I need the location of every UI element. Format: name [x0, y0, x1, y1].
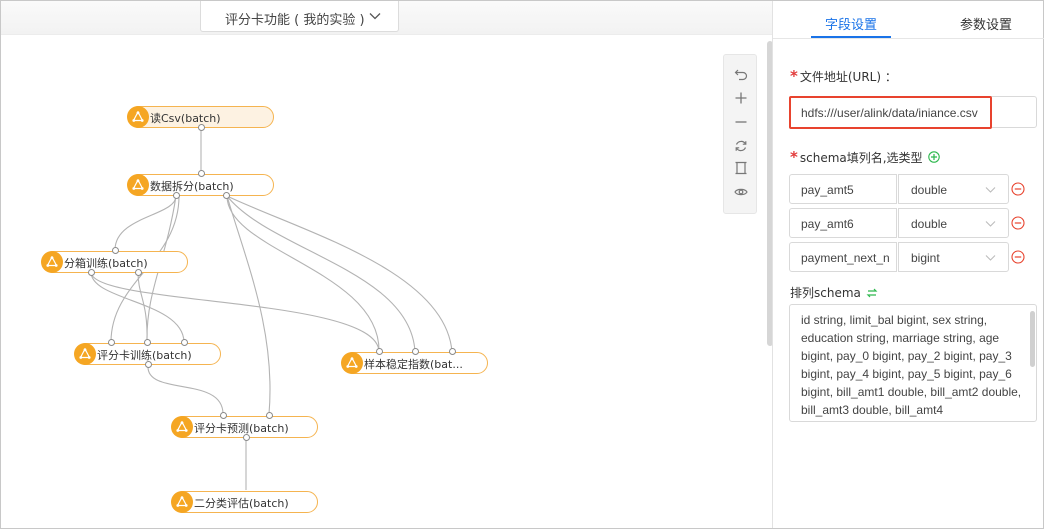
component-icon	[341, 352, 363, 374]
sorted-schema-label-text: 排列schema	[790, 286, 861, 300]
output-port[interactable]	[88, 269, 95, 276]
textarea-scrollbar[interactable]	[1030, 311, 1035, 367]
input-port[interactable]	[144, 339, 151, 346]
component-icon	[171, 416, 193, 438]
settings-panel: 字段设置 参数设置 * 文件地址(URL) ： hdfs:///user/ali…	[772, 1, 1044, 528]
input-port[interactable]	[449, 348, 456, 355]
tab-param-settings[interactable]: 参数设置	[960, 14, 1012, 33]
column-type: bigint	[911, 251, 940, 265]
canvas-toolbar	[723, 54, 757, 214]
edge-split-to-psi-c	[226, 195, 453, 353]
chevron-down-icon	[985, 255, 996, 261]
required-mark: *	[790, 148, 798, 166]
file-path-label: * 文件地址(URL) ：	[790, 67, 897, 85]
node-psi[interactable]: 样本稳定指数(bat...	[341, 348, 488, 374]
file-path-label-text: 文件地址(URL) ：	[799, 69, 897, 84]
output-port[interactable]	[145, 361, 152, 368]
add-circle-icon[interactable]	[927, 151, 940, 163]
component-icon	[127, 106, 149, 128]
column-type: double	[911, 183, 948, 197]
column-name: payment_next_n	[801, 251, 890, 265]
schema-column-name-input[interactable]: pay_amt5	[789, 174, 897, 204]
fit-screen-icon[interactable]	[732, 159, 750, 177]
zoom-in-icon[interactable]	[732, 89, 750, 107]
schema-type-select[interactable]: bigint	[898, 242, 1009, 272]
node-scorecard-predict[interactable]: 评分卡预测(batch)	[171, 412, 318, 441]
edge-binning-to-train-2	[137, 271, 148, 343]
node-read-csv[interactable]: 读Csv(batch)	[127, 106, 274, 131]
column-type: double	[911, 217, 948, 231]
zoom-out-icon[interactable]	[732, 113, 750, 131]
schema-label-text: schema填列名,选类型	[799, 150, 923, 165]
input-port[interactable]	[198, 170, 205, 177]
remove-circle-icon[interactable]	[1011, 250, 1025, 264]
edge-split-to-predict	[226, 195, 271, 415]
schema-label: * schema填列名,选类型	[790, 148, 940, 166]
column-name: pay_amt5	[801, 183, 854, 197]
chevron-down-icon	[985, 221, 996, 227]
chevron-down-icon	[985, 187, 996, 193]
sorted-schema-label: 排列schema	[790, 284, 878, 301]
schema-type-select[interactable]: double	[898, 174, 1009, 204]
input-port[interactable]	[108, 339, 115, 346]
refresh-icon[interactable]	[732, 137, 750, 155]
input-port[interactable]	[220, 412, 227, 419]
output-port[interactable]	[135, 269, 142, 276]
schema-column-name-input[interactable]: payment_next_n	[789, 242, 897, 272]
output-port[interactable]	[173, 192, 180, 199]
swap-icon[interactable]	[866, 287, 878, 299]
output-port[interactable]	[223, 192, 230, 199]
undo-icon[interactable]	[732, 65, 750, 83]
component-icon	[171, 491, 193, 513]
component-icon	[41, 251, 63, 273]
node-binning-train[interactable]: 分箱训练(batch)	[41, 247, 188, 276]
column-name: pay_amt6	[801, 217, 854, 231]
highlight-box	[789, 96, 992, 129]
node-label: 二分类评估(batch)	[194, 497, 289, 510]
tab-field-settings[interactable]: 字段设置	[825, 14, 877, 33]
input-port[interactable]	[112, 247, 119, 254]
schema-column-name-input[interactable]: pay_amt6	[789, 208, 897, 238]
input-port[interactable]	[412, 348, 419, 355]
node-label: 分箱训练(batch)	[64, 257, 148, 270]
node-label: 评分卡预测(batch)	[194, 422, 289, 435]
node-label: 样本稳定指数(bat...	[364, 358, 463, 371]
preview-eye-icon[interactable]	[732, 183, 750, 201]
panel-tabs: 字段设置 参数设置	[773, 1, 1044, 39]
node-label: 评分卡训练(batch)	[97, 349, 192, 362]
node-label: 数据拆分(batch)	[150, 180, 234, 193]
node-scorecard-train[interactable]: 评分卡训练(batch)	[74, 339, 221, 368]
active-tab-indicator	[811, 36, 891, 38]
edge-train-to-predict	[147, 366, 224, 415]
input-port[interactable]	[181, 339, 188, 346]
edge-binning-to-train	[90, 271, 185, 343]
required-mark: *	[790, 67, 798, 85]
component-icon	[74, 343, 96, 365]
input-port[interactable]	[266, 412, 273, 419]
input-port[interactable]	[376, 348, 383, 355]
sorted-schema-text: id string, limit_bal bigint, sex string,…	[801, 313, 1022, 417]
output-port[interactable]	[198, 124, 205, 131]
node-label: 读Csv(batch)	[150, 112, 221, 125]
schema-type-select[interactable]: double	[898, 208, 1009, 238]
remove-circle-icon[interactable]	[1011, 216, 1025, 230]
workflow-canvas[interactable]: 评分卡功能 ( 我的实验 ) 读Csv(batch) 数据拆分(batch) 分…	[1, 1, 772, 528]
output-port[interactable]	[243, 434, 250, 441]
edge-split-to-binning	[114, 195, 177, 251]
node-data-split[interactable]: 数据拆分(batch)	[127, 170, 274, 199]
component-icon	[127, 174, 149, 196]
remove-circle-icon[interactable]	[1011, 182, 1025, 196]
node-binary-eval[interactable]: 二分类评估(batch)	[171, 491, 318, 513]
sorted-schema-textarea[interactable]: id string, limit_bal bigint, sex string,…	[789, 304, 1037, 422]
